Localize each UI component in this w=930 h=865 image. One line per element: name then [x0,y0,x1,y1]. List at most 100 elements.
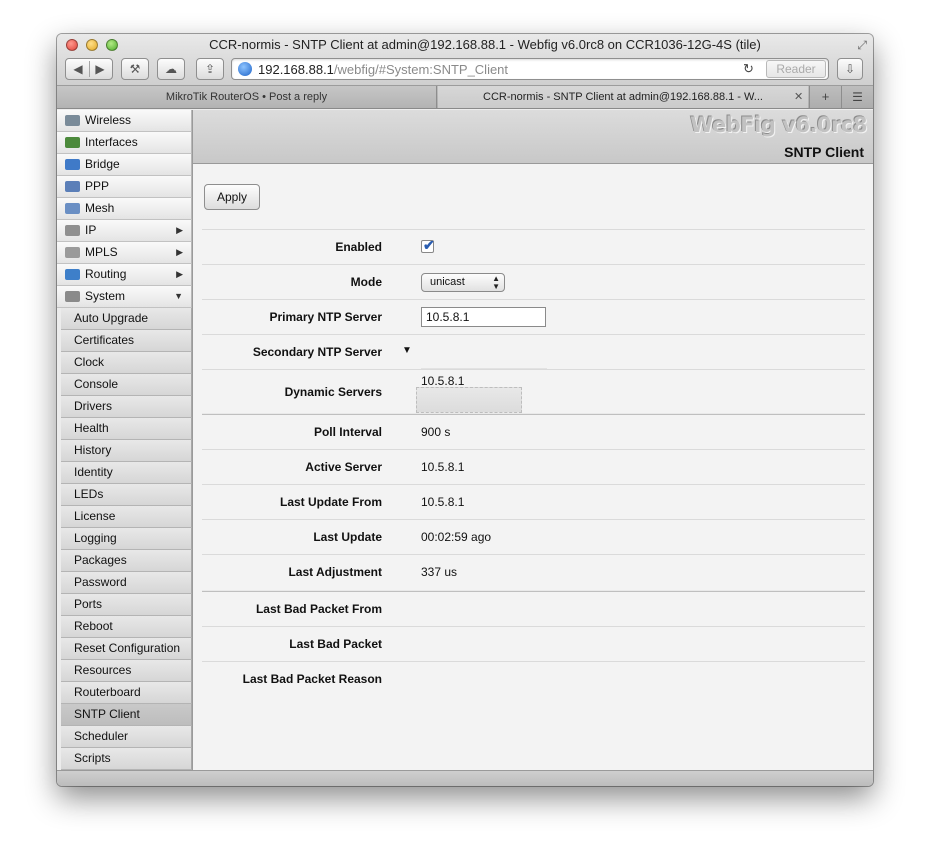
sidebar-item-bridge[interactable]: Bridge [57,154,192,176]
browser-window: CCR-normis - SNTP Client at admin@192.16… [57,34,873,786]
sidebar-item-ip[interactable]: IP ▶ [57,220,192,242]
expanded-arrow-icon: ▼ [174,291,183,301]
sidebar-item-label: IP [85,223,97,237]
submenu-arrow-icon: ▶ [176,225,183,235]
sidebar-subitem-drivers[interactable]: Drivers [61,396,192,418]
last-update-from-row: Last Update From 10.5.8.1 [202,484,865,519]
close-window-button[interactable] [66,39,78,51]
main-panel: WebFig v6.0rc8 SNTP Client Apply Enabled… [193,110,873,770]
sidebar-subitem-reboot[interactable]: Reboot [61,616,192,638]
active-server-value: 10.5.8.1 [421,460,465,474]
downloads-button[interactable]: ⇩ [837,58,863,80]
window-title: CCR-normis - SNTP Client at admin@192.16… [209,37,761,52]
sidebar-subitem-certificates[interactable]: Certificates [61,330,192,352]
enabled-label: Enabled [335,240,382,254]
bridge-icon [65,159,80,170]
zoom-window-button[interactable] [106,39,118,51]
sidebar-subitem-auto-upgrade[interactable]: Auto Upgrade [61,308,192,330]
checkmark-icon: ✔ [423,237,435,253]
sidebar-item-ppp[interactable]: PPP [57,176,192,198]
icloud-tabs-button[interactable]: ☁ [157,58,185,80]
back-icon[interactable]: ◀ [67,59,89,79]
wireless-icon [65,115,80,126]
sidebar-item-system[interactable]: System ▼ [57,286,192,308]
dynamic-servers-value: 10.5.8.1 [421,374,465,388]
sidebar-item-routing[interactable]: Routing ▶ [57,264,192,286]
new-tab-button[interactable]: + [809,86,841,108]
mode-value: unicast [430,276,465,288]
url-path: /webfig/#System:SNTP_Client [333,62,509,77]
divider [89,61,90,77]
mode-row: Mode unicast ▲ ▼ [202,264,865,299]
sidebar-item-wireless[interactable]: Wireless [57,110,192,132]
sidebar-item-label: Bridge [85,157,120,171]
last-update-from-value: 10.5.8.1 [421,495,465,509]
sidebar-subitem-packages[interactable]: Packages [61,550,192,572]
download-icon: ⇩ [844,62,856,76]
sidebar-item-label: MPLS [85,245,118,259]
sidebar-subitem-sntp-client[interactable]: SNTP Client [61,704,192,726]
sidebar-item-label: Interfaces [85,135,138,149]
dynamic-servers-row: Dynamic Servers 10.5.8.1 [202,369,865,413]
primary-ntp-input[interactable]: 10.5.8.1 [421,307,546,327]
sidebar-subitem-password[interactable]: Password [61,572,192,594]
tab-list-button[interactable]: ☰ [841,86,873,108]
sidebar-subitem-routerboard[interactable]: Routerboard [61,682,192,704]
title-bar: CCR-normis - SNTP Client at admin@192.16… [57,34,873,86]
sidebar-item-mesh[interactable]: Mesh [57,198,192,220]
interfaces-icon [65,137,80,148]
page-content: Wireless Interfaces Bridge PPP Mesh IP ▶ MPLS ▶ R… [57,110,873,770]
status-bar [57,770,873,786]
sidebar-subitem-license[interactable]: License [61,506,192,528]
sidebar-item-interfaces[interactable]: Interfaces [57,132,192,154]
last-bad-packet-reason-label: Last Bad Packet Reason [242,672,382,686]
main-header: WebFig v6.0rc8 SNTP Client [193,110,873,164]
last-bad-packet-reason-row: Last Bad Packet Reason [202,661,865,696]
sidebar-subitem-scripts[interactable]: Scripts [61,748,192,770]
globe-icon [238,62,252,76]
url-text[interactable]: 192.168.88.1/webfig/#System:SNTP_Client [258,62,508,77]
tools-button[interactable]: ⚒ [121,58,149,80]
sidebar-subitem-logging[interactable]: Logging [61,528,192,550]
reload-icon[interactable]: ↻ [743,61,754,77]
enabled-checkbox[interactable]: ✔ [421,237,435,253]
tab-mikrotik-forum[interactable]: MikroTik RouterOS • Post a reply [57,86,437,108]
fullscreen-icon[interactable]: ⤢ [857,38,867,53]
sidebar-subitem-health[interactable]: Health [61,418,192,440]
page-title: SNTP Client [784,144,864,160]
cloud-icon: ☁ [165,62,177,76]
sidebar-subitem-identity[interactable]: Identity [61,462,192,484]
ppp-icon [65,181,80,192]
tab-sntp-client[interactable]: CCR-normis - SNTP Client at admin@192.16… [438,86,808,108]
sidebar: Wireless Interfaces Bridge PPP Mesh IP ▶ MPLS ▶ R… [57,110,193,770]
tab-close-icon[interactable]: ✕ [794,86,803,108]
sidebar-item-mpls[interactable]: MPLS ▶ [57,242,192,264]
url-host: 192.168.88.1 [258,62,334,77]
sidebar-subitem-leds[interactable]: LEDs [61,484,192,506]
last-adjustment-label: Last Adjustment [288,565,382,579]
secondary-ntp-label: Secondary NTP Server [252,345,382,359]
expand-triangle-icon[interactable]: ▼ [402,345,412,356]
sidebar-subitem-scheduler[interactable]: Scheduler [61,726,192,748]
forward-icon[interactable]: ▶ [89,59,111,79]
mode-select[interactable]: unicast ▲ ▼ [421,273,505,292]
address-bar[interactable]: 192.168.88.1/webfig/#System:SNTP_Client … [231,58,829,80]
dynamic-servers-label: Dynamic Servers [284,385,382,399]
share-button[interactable]: ⇪ [196,58,224,80]
sidebar-subitem-ports[interactable]: Ports [61,594,192,616]
system-icon [65,291,80,302]
minimize-window-button[interactable] [86,39,98,51]
primary-ntp-label: Primary NTP Server [269,310,382,324]
apply-button[interactable]: Apply [204,184,260,210]
reader-button[interactable]: Reader [766,60,826,78]
sidebar-subitem-history[interactable]: History [61,440,192,462]
poll-interval-label: Poll Interval [313,425,382,439]
submenu-arrow-icon: ▶ [176,269,183,279]
sidebar-subitem-clock[interactable]: Clock [61,352,192,374]
sidebar-subitem-resources[interactable]: Resources [61,660,192,682]
sidebar-subitem-reset-configuration[interactable]: Reset Configuration [61,638,192,660]
sidebar-item-label: Routing [85,267,127,281]
sidebar-subitem-console[interactable]: Console [61,374,192,396]
mode-label: Mode [350,275,382,289]
sidebar-item-label: Mesh [85,201,115,215]
